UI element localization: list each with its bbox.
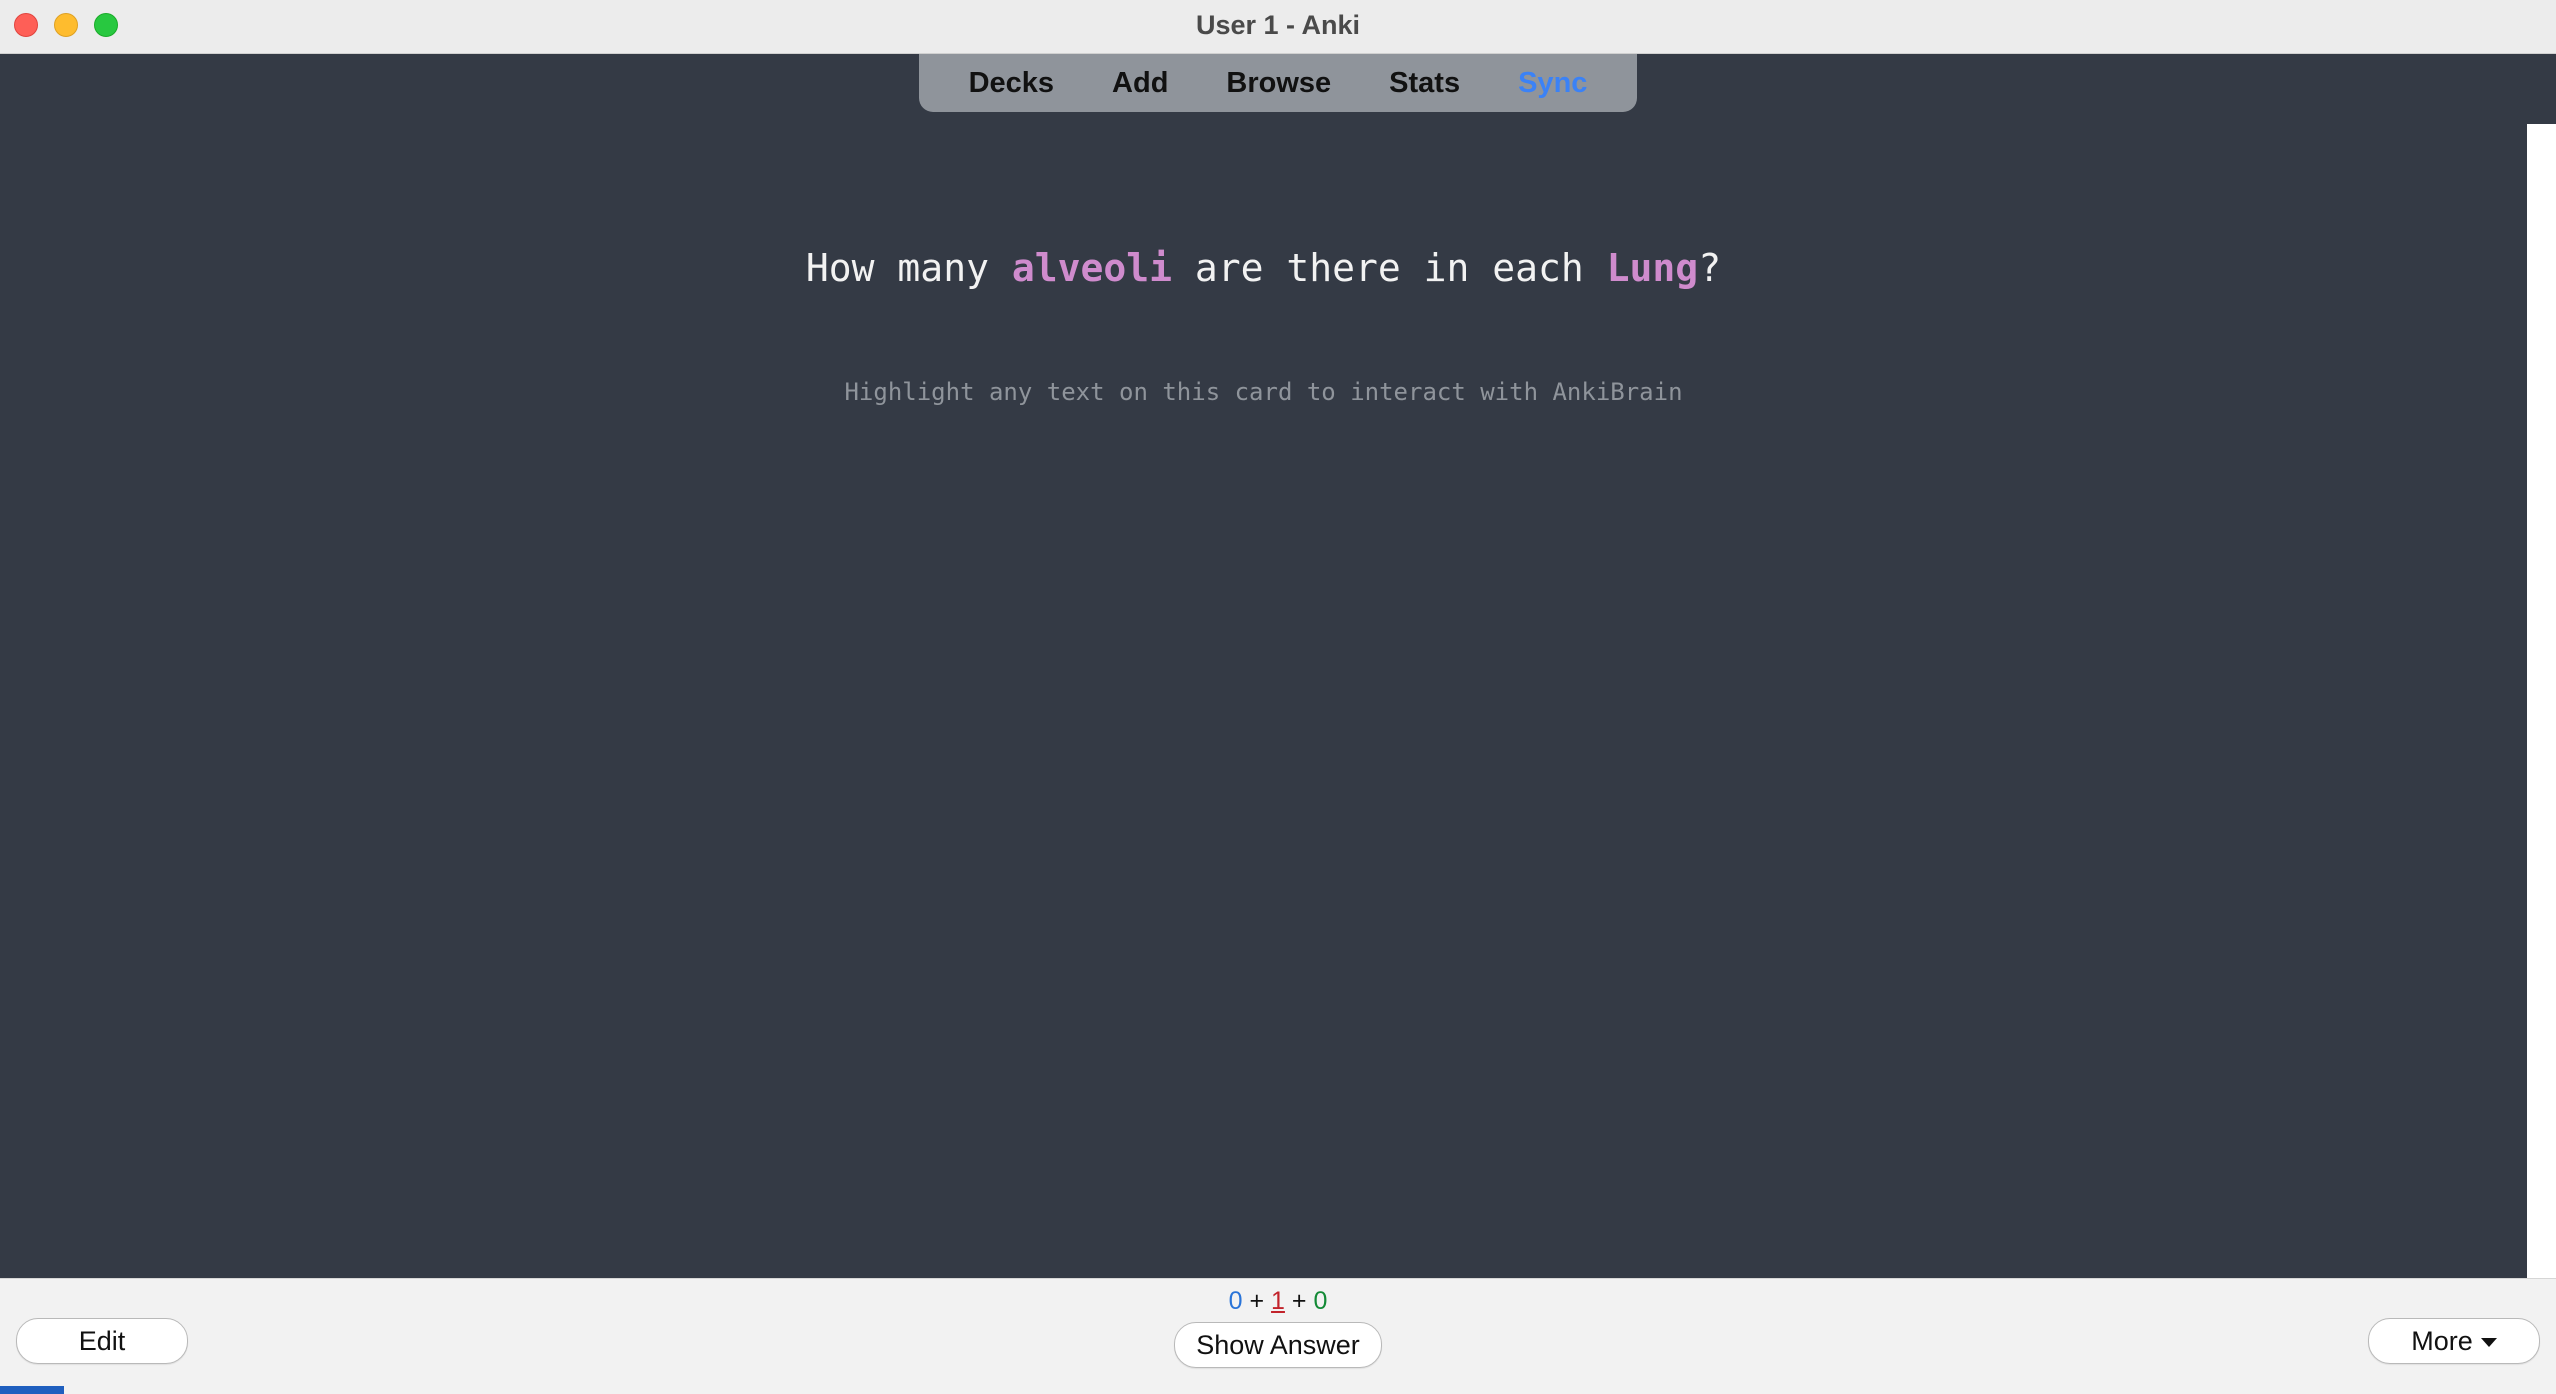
ankibrain-hint: Highlight any text on this card to inter… xyxy=(844,378,1683,406)
edit-button-label: Edit xyxy=(78,1325,126,1356)
new-count: 0 xyxy=(1228,1287,1243,1315)
question-text: How many xyxy=(805,246,1012,290)
toolbar-add-link[interactable]: Add xyxy=(1083,67,1197,100)
question-text: are there in each xyxy=(1171,246,1607,290)
count-separator: + xyxy=(1242,1287,1272,1315)
question-text: ? xyxy=(1698,246,1722,290)
due-counts: 0 + 1 + 0 xyxy=(0,1287,2556,1316)
more-button[interactable]: More xyxy=(2368,1318,2540,1364)
question-highlight-term: Lung xyxy=(1606,246,1699,290)
review-count: 0 xyxy=(1313,1287,1328,1315)
edit-button[interactable]: Edit xyxy=(16,1318,188,1364)
show-answer-button[interactable]: Show Answer xyxy=(1174,1322,1382,1368)
card-area xyxy=(0,54,2527,1278)
main-toolbar: Decks Add Browse Stats Sync xyxy=(919,54,1637,112)
question-highlight-term: alveoli xyxy=(1011,246,1172,290)
card-question: How many alveoli are there in each Lung? xyxy=(0,246,2527,290)
chevron-down-icon xyxy=(2480,1338,2497,1347)
card-scrollbar[interactable] xyxy=(2527,124,2556,1278)
more-button-label: More xyxy=(2411,1325,2473,1356)
toolbar-browse-link[interactable]: Browse xyxy=(1197,67,1360,100)
dock-accent xyxy=(0,1386,64,1394)
count-separator: + xyxy=(1284,1287,1314,1315)
window-title: User 1 - Anki xyxy=(1195,10,1361,40)
title-bar: User 1 - Anki xyxy=(0,0,2556,54)
learning-count: 1 xyxy=(1271,1287,1285,1315)
toolbar-decks-link[interactable]: Decks xyxy=(940,67,1083,100)
anki-window: User 1 - Anki Decks Add Browse Stats Syn… xyxy=(0,0,2556,1394)
toolbar-stats-link[interactable]: Stats xyxy=(1360,67,1489,100)
show-answer-button-label: Show Answer xyxy=(1196,1329,1360,1360)
toolbar-sync-link[interactable]: Sync xyxy=(1489,67,1616,100)
